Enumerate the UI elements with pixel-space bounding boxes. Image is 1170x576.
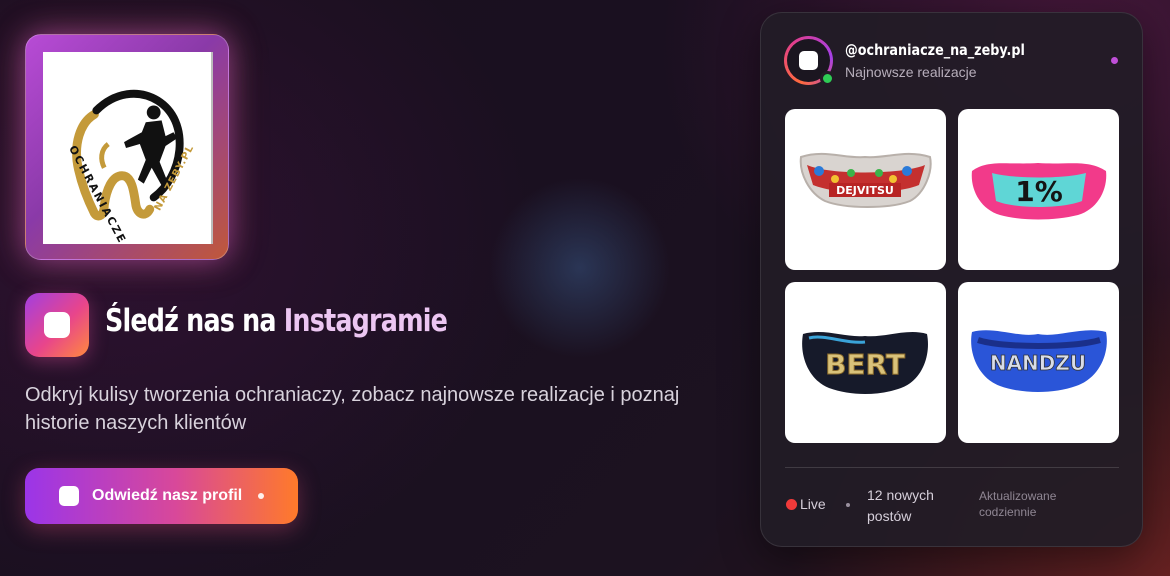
section-title-accent: Instagramie xyxy=(283,303,448,339)
brand-logo-frame: OCHRANIACZE NA ZEBY.PL xyxy=(25,34,229,260)
update-frequency: Aktualizowane codziennie xyxy=(979,489,1057,519)
post-thumbnail-3[interactable]: BERT xyxy=(785,282,946,443)
profile-subtitle: Najnowsze realizacje xyxy=(845,64,977,80)
tooth-fighter-logo-icon: OCHRANIACZE NA ZEBY.PL xyxy=(66,89,196,244)
section-description: Odkryj kulisy tworzenia ochraniaczy, zob… xyxy=(25,384,680,434)
post-4-text: NANDZU xyxy=(990,351,1086,375)
post-thumbnail-1[interactable]: DEJVITSU xyxy=(785,109,946,270)
post-3-text: BERT xyxy=(825,348,905,381)
instagram-feed-card: @ochraniacze_na_zeby.pl Najnowsze realiz… xyxy=(760,12,1143,547)
post-2-text: 1% xyxy=(1015,175,1063,208)
visit-profile-button[interactable]: Odwiedź nasz profil xyxy=(25,468,298,524)
notification-dot-icon xyxy=(1111,57,1118,64)
instagram-icon xyxy=(59,486,79,506)
pulse-dot-icon xyxy=(258,493,264,499)
section-title: Śledź nas na Instagramie xyxy=(105,303,448,339)
section-title-main: Śledź nas na xyxy=(105,303,277,339)
post-thumbnail-4[interactable]: NANDZU xyxy=(958,282,1119,443)
brand-logo: OCHRANIACZE NA ZEBY.PL xyxy=(43,52,213,244)
live-status-icon xyxy=(786,499,797,510)
logo-text-left: OCHRANIACZE xyxy=(66,143,129,244)
instagram-icon xyxy=(799,51,818,70)
online-status-icon xyxy=(820,71,835,86)
post-thumbnail-2[interactable]: 1% xyxy=(958,109,1119,270)
visit-profile-label: Odwiedź nasz profil xyxy=(92,487,243,504)
card-divider xyxy=(785,467,1119,468)
instagram-icon xyxy=(25,293,89,357)
live-status-label: Live xyxy=(800,496,826,512)
post-1-text: DEJVITSU xyxy=(836,184,894,197)
profile-handle[interactable]: @ochraniacze_na_zeby.pl xyxy=(845,41,1025,59)
new-posts-count: 12 nowych postów xyxy=(867,487,934,524)
separator-dot-icon xyxy=(846,503,850,507)
